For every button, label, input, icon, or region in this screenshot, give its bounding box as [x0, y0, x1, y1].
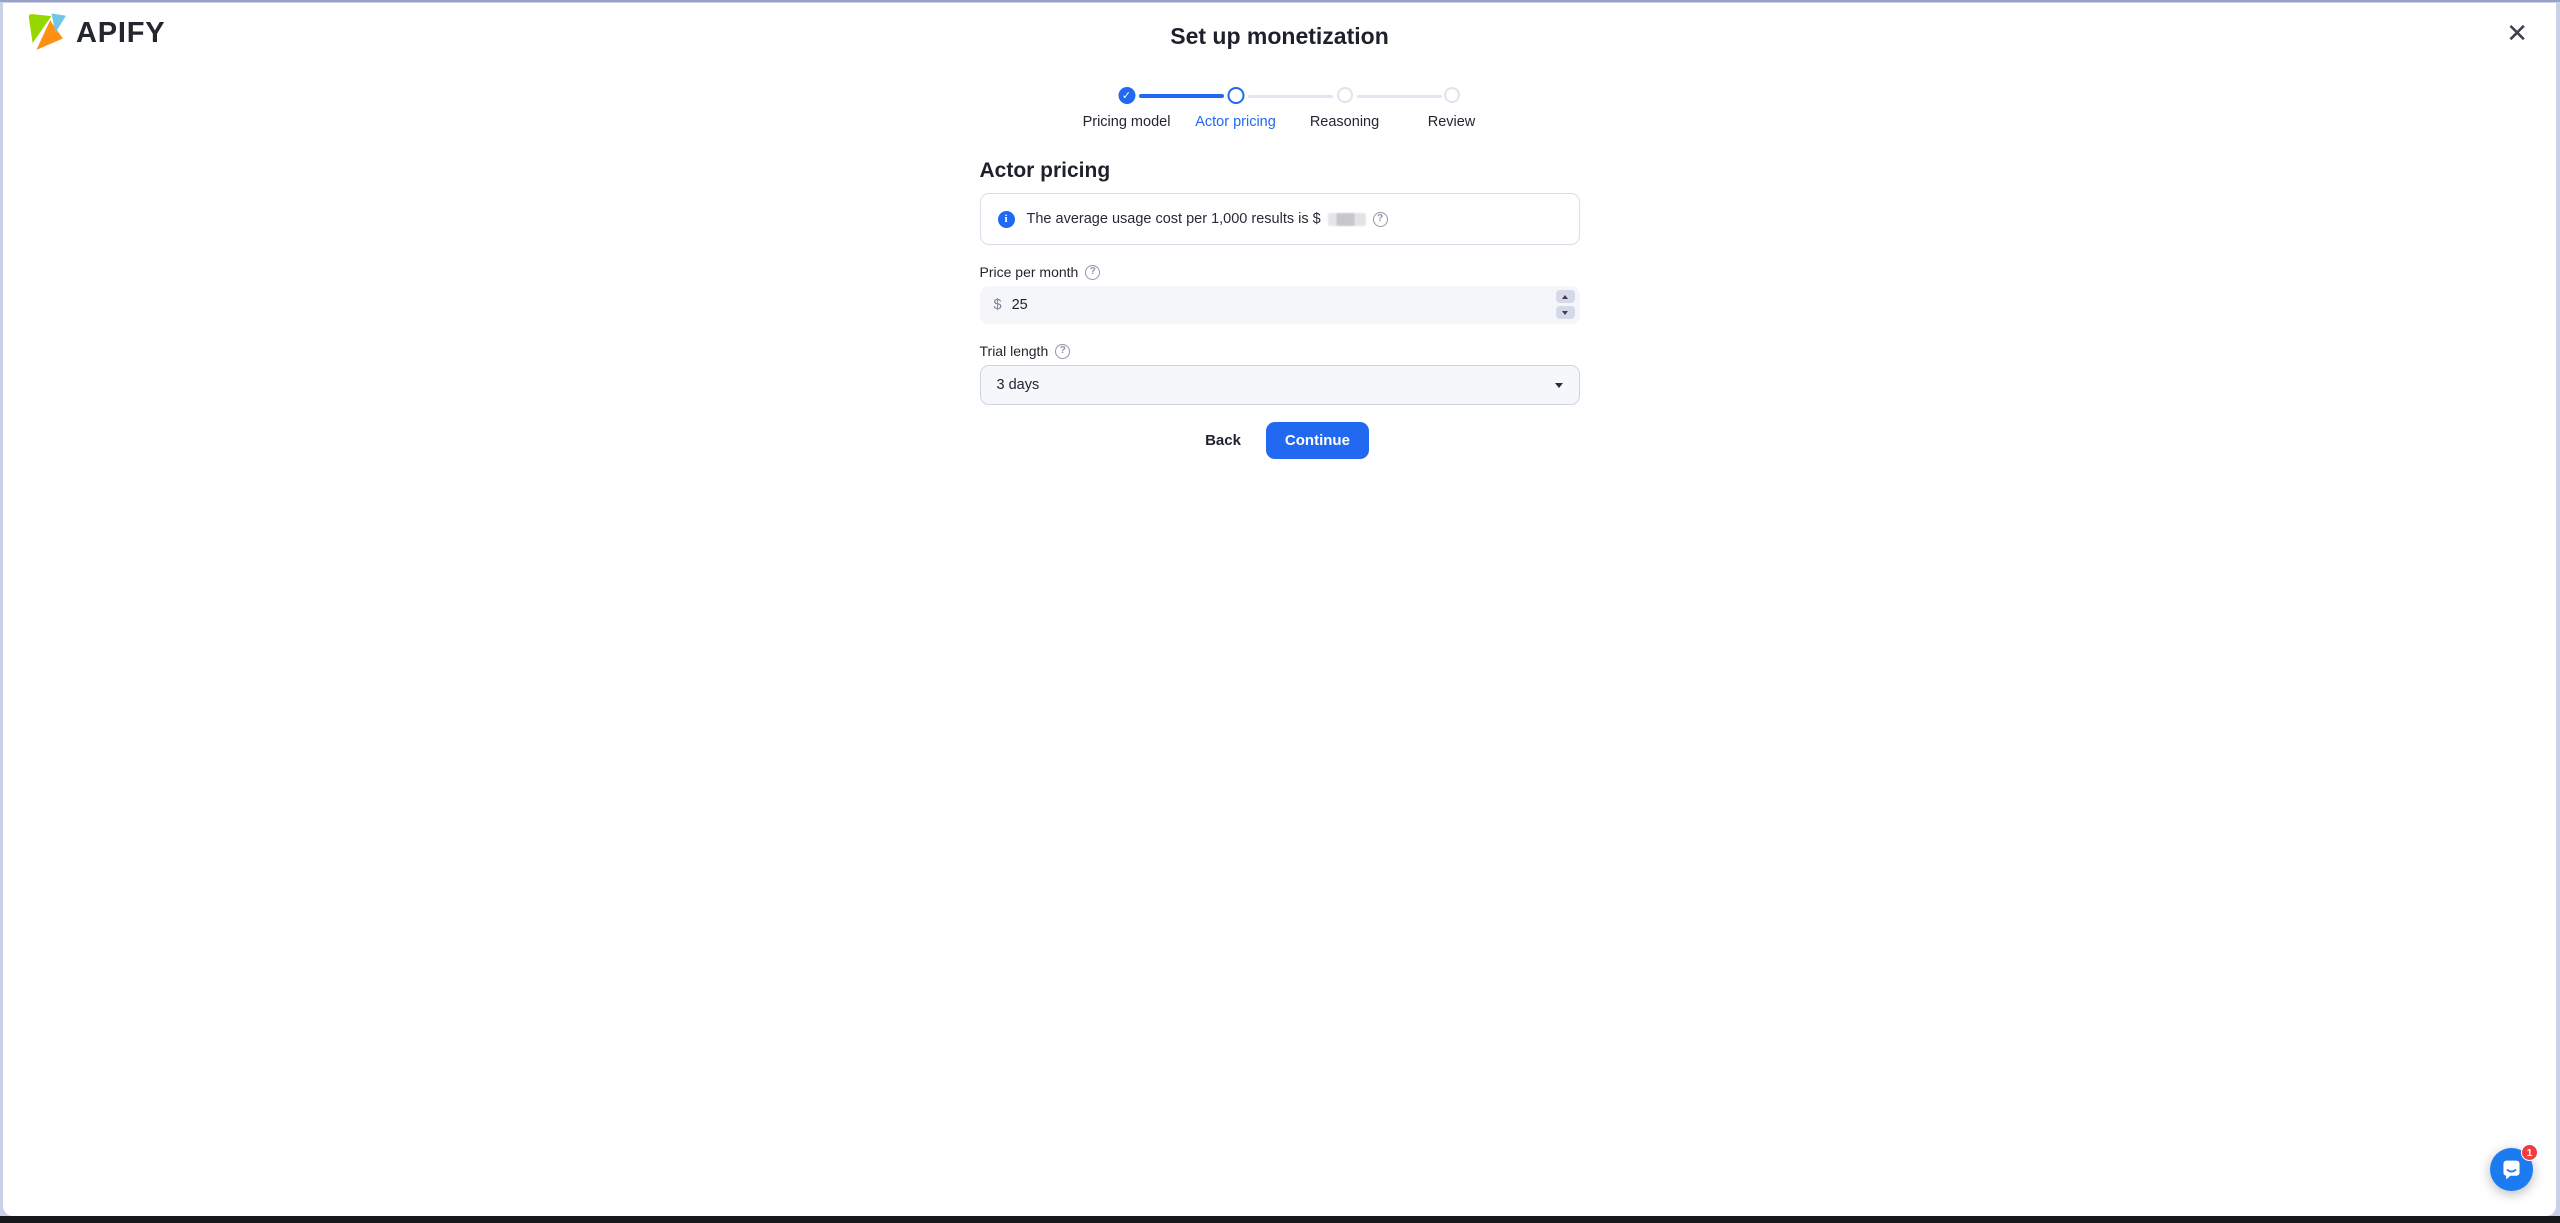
step-circle-pricing-model: ✓ — [1118, 87, 1135, 104]
back-button[interactable]: Back — [1190, 423, 1256, 458]
chevron-down-icon — [1554, 382, 1563, 388]
trial-length-label-text: Trial length — [979, 343, 1049, 359]
step-circle-reasoning — [1336, 87, 1353, 103]
close-icon[interactable]: ✕ — [2506, 21, 2528, 47]
modal-title: Set up monetization — [1170, 23, 1389, 49]
form-content: Actor pricing i The average usage cost p… — [979, 159, 1580, 459]
price-stepper — [1555, 290, 1575, 319]
price-per-month-label-text: Price per month — [979, 264, 1079, 280]
banner-text: The average usage cost per 1,000 results… — [1027, 211, 1388, 227]
price-input[interactable] — [1011, 297, 1566, 313]
trial-length-label: Trial length ? — [980, 343, 1580, 359]
increment-button[interactable] — [1555, 290, 1575, 303]
price-per-month-label: Price per month ? — [980, 264, 1580, 280]
page-title: Actor pricing — [979, 159, 1111, 182]
continue-button[interactable]: Continue — [1265, 422, 1369, 459]
chat-launcher-button[interactable]: 1 — [2490, 1144, 2538, 1191]
arrow-down-icon — [1562, 310, 1568, 315]
help-icon[interactable]: ? — [1085, 264, 1101, 280]
step-circle-actor-pricing — [1227, 87, 1244, 104]
step-label-pricing-model[interactable]: Pricing model — [1083, 114, 1171, 130]
page-bottom-edge — [0, 1216, 2560, 1223]
step-label-reasoning[interactable]: Reasoning — [1310, 114, 1379, 130]
stepper-connector — [1247, 94, 1333, 98]
stepper-connector — [1356, 94, 1442, 98]
average-cost-banner: i The average usage cost per 1,000 resul… — [979, 193, 1580, 245]
trial-length-select[interactable]: 3 days — [979, 365, 1580, 405]
step-circle-review — [1443, 87, 1460, 103]
banner-text-label: The average usage cost per 1,000 results… — [1026, 211, 1321, 227]
help-icon[interactable]: ? — [1372, 211, 1388, 227]
chat-bubble-icon — [2503, 1160, 2520, 1180]
step-label-review[interactable]: Review — [1428, 114, 1476, 130]
notification-badge: 1 — [2521, 1144, 2538, 1161]
arrow-up-icon — [1562, 294, 1568, 299]
currency-prefix: $ — [993, 297, 1002, 313]
trial-length-selected-value: 3 days — [996, 377, 1040, 393]
monetization-modal: APIFY Set up monetization ✕ ✓ Pricing mo… — [3, 3, 2556, 1216]
decrement-button[interactable] — [1555, 306, 1575, 319]
wizard-actions: Back Continue — [980, 422, 1580, 459]
info-icon: i — [997, 210, 1015, 228]
check-icon: ✓ — [1121, 90, 1132, 102]
page-top-edge — [0, 0, 2560, 2]
price-field-wrap: $ — [979, 286, 1580, 324]
step-label-actor-pricing[interactable]: Actor pricing — [1195, 114, 1276, 130]
wizard-stepper: ✓ Pricing model Actor pricing Reasoning … — [1082, 87, 1478, 133]
redacted-value — [1327, 212, 1366, 226]
stepper-connector-filled — [1138, 94, 1224, 98]
help-icon[interactable]: ? — [1055, 343, 1071, 359]
